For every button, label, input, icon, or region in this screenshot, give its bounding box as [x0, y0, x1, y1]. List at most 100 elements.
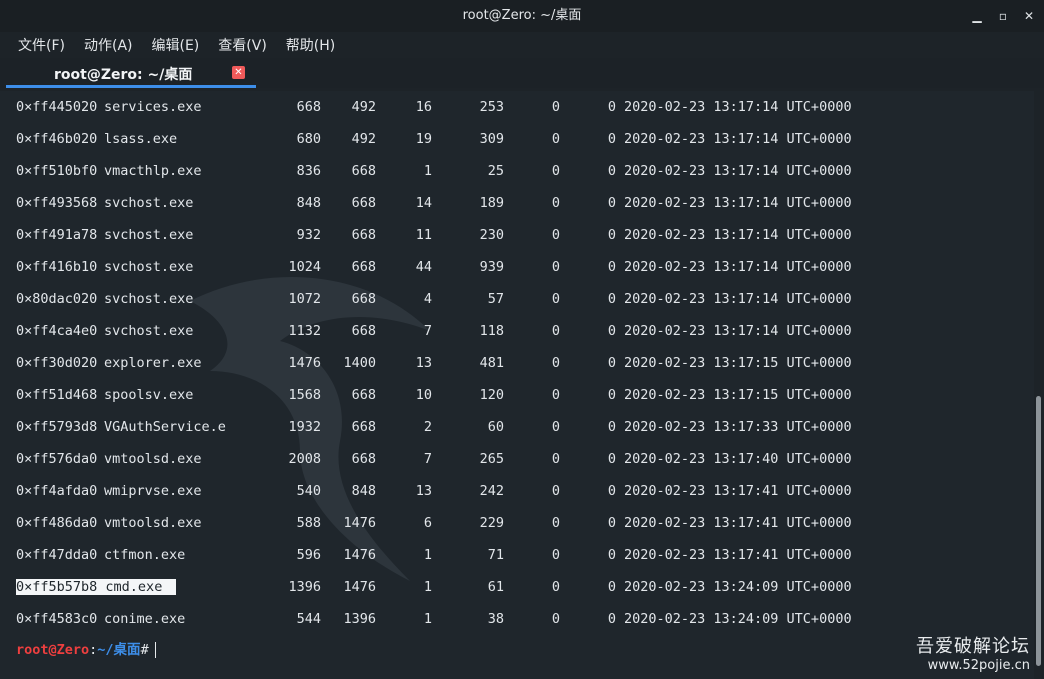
- cell-pid: 1024: [288, 259, 321, 275]
- cell-process-name: VGAuthService.e: [104, 419, 226, 435]
- cell-handles: 71: [487, 547, 504, 563]
- cell-handles: 60: [487, 419, 504, 435]
- cell-pid: 836: [296, 163, 321, 179]
- cell-wow64: 0: [607, 227, 616, 243]
- cell-start-time: 2020-02-23 13:24:09 UTC+0000: [624, 611, 852, 627]
- cell-process-name: spoolsv.exe: [104, 387, 194, 403]
- cell-process-name: conime.exe: [104, 611, 186, 627]
- cell-threads: 16: [415, 99, 432, 115]
- cell-ppid: 668: [351, 195, 376, 211]
- cell-start-time: 2020-02-23 13:17:14 UTC+0000: [624, 99, 852, 115]
- terminal-window: root@Zero: ~/桌面 ▁ ▫ ✕ 文件(F) 动作(A) 编辑(E) …: [0, 0, 1044, 679]
- cell-offset: 0×ff4afda0: [16, 483, 98, 499]
- cell-offset: 0×ff486da0: [16, 515, 98, 531]
- cell-threads: 13: [415, 355, 432, 371]
- cell-start-time: 2020-02-23 13:17:14 UTC+0000: [624, 323, 852, 339]
- title-bar[interactable]: root@Zero: ~/桌面 ▁ ▫ ✕: [0, 0, 1044, 32]
- cell-handles: 189: [479, 195, 504, 211]
- cell-session: 0: [551, 131, 560, 147]
- cell-threads: 19: [415, 131, 432, 147]
- cell-threads: 14: [415, 195, 432, 211]
- cell-wow64: 0: [607, 323, 616, 339]
- cell-session: 0: [551, 547, 560, 563]
- cell-threads: 10: [415, 387, 432, 403]
- cell-pid: 544: [296, 611, 321, 627]
- cell-session: 0: [551, 387, 560, 403]
- menu-view[interactable]: 查看(V): [218, 35, 267, 55]
- cell-handles: 481: [479, 355, 504, 371]
- maximize-icon[interactable]: ▫: [996, 9, 1010, 23]
- cell-ppid: 668: [351, 291, 376, 307]
- shell-prompt[interactable]: root@Zero:~/桌面#: [16, 640, 156, 660]
- cell-pid: 588: [296, 515, 321, 531]
- cell-session: 0: [551, 259, 560, 275]
- tab-terminal[interactable]: root@Zero: ~/桌面 ✕: [6, 58, 256, 88]
- cell-pid: 1476: [288, 355, 321, 371]
- cell-process-name: lsass.exe: [104, 131, 178, 147]
- cell-wow64: 0: [607, 163, 616, 179]
- cell-session: 0: [551, 291, 560, 307]
- cell-session: 0: [551, 99, 560, 115]
- cell-wow64: 0: [607, 515, 616, 531]
- cell-session: 0: [551, 355, 560, 371]
- cell-start-time: 2020-02-23 13:17:14 UTC+0000: [624, 163, 852, 179]
- close-icon[interactable]: ✕: [1022, 9, 1036, 23]
- cell-process-name: vmacthlp.exe: [104, 163, 202, 179]
- cell-offset: 0×ff51d468: [16, 387, 98, 403]
- cell-start-time: 2020-02-23 13:17:15 UTC+0000: [624, 355, 852, 371]
- cell-start-time: 2020-02-23 13:17:33 UTC+0000: [624, 419, 852, 435]
- cell-ppid: 492: [351, 131, 376, 147]
- cell-pid: 668: [296, 99, 321, 115]
- cell-start-time: 2020-02-23 13:17:41 UTC+0000: [624, 547, 852, 563]
- cell-wow64: 0: [607, 355, 616, 371]
- cell-session: 0: [551, 451, 560, 467]
- cell-threads: 1: [423, 163, 432, 179]
- cell-handles: 120: [479, 387, 504, 403]
- menu-file[interactable]: 文件(F): [18, 35, 65, 55]
- cell-session: 0: [551, 483, 560, 499]
- cell-handles: 230: [479, 227, 504, 243]
- watermark-name: 吾爱破解论坛: [916, 636, 1030, 657]
- cell-pid: 932: [296, 227, 321, 243]
- cell-pid: 1396: [288, 579, 321, 595]
- cell-wow64: 0: [607, 579, 616, 595]
- cell-wow64: 0: [607, 131, 616, 147]
- cell-ppid: 668: [351, 387, 376, 403]
- scrollbar-thumb[interactable]: [1036, 396, 1041, 666]
- watermark-url: www.52pojie.cn: [927, 658, 1030, 673]
- cell-pid: 596: [296, 547, 321, 563]
- cell-threads: 1: [423, 547, 432, 563]
- cell-pid: 1568: [288, 387, 321, 403]
- cell-process-name: svchost.exe: [104, 195, 194, 211]
- cell-threads: 7: [423, 323, 432, 339]
- cell-start-time: 2020-02-23 13:17:14 UTC+0000: [624, 195, 852, 211]
- cell-ppid: 668: [351, 419, 376, 435]
- cell-start-time: 2020-02-23 13:17:41 UTC+0000: [624, 483, 852, 499]
- cell-handles: 57: [487, 291, 504, 307]
- cell-pid: 1132: [288, 323, 321, 339]
- cell-ppid: 492: [351, 99, 376, 115]
- cell-pid: 680: [296, 131, 321, 147]
- cell-handles: 229: [479, 515, 504, 531]
- cell-ppid: 848: [351, 483, 376, 499]
- close-icon[interactable]: ✕: [232, 66, 245, 79]
- menu-action[interactable]: 动作(A): [84, 35, 133, 55]
- cell-ppid: 1476: [343, 515, 376, 531]
- minimize-icon[interactable]: ▁: [970, 9, 984, 23]
- cell-wow64: 0: [607, 611, 616, 627]
- cell-ppid: 668: [351, 163, 376, 179]
- cell-offset: 0×ff5793d8: [16, 419, 98, 435]
- scrollbar[interactable]: [1034, 91, 1044, 679]
- cell-pid: 540: [296, 483, 321, 499]
- cell-session: 0: [551, 515, 560, 531]
- menu-edit[interactable]: 编辑(E): [152, 35, 200, 55]
- cell-session: 0: [551, 579, 560, 595]
- cell-ppid: 1476: [343, 579, 376, 595]
- cell-process-name: svchost.exe: [104, 227, 194, 243]
- terminal-output[interactable]: 0×ff445020 services.exe 668 492 16 253 0 0 2020-…: [0, 91, 1034, 679]
- cell-process-name: explorer.exe: [104, 355, 202, 371]
- cell-handles: 939: [479, 259, 504, 275]
- cell-offset: 0×ff493568: [16, 195, 98, 211]
- menu-help[interactable]: 帮助(H): [286, 35, 335, 55]
- cell-threads: 2: [423, 419, 432, 435]
